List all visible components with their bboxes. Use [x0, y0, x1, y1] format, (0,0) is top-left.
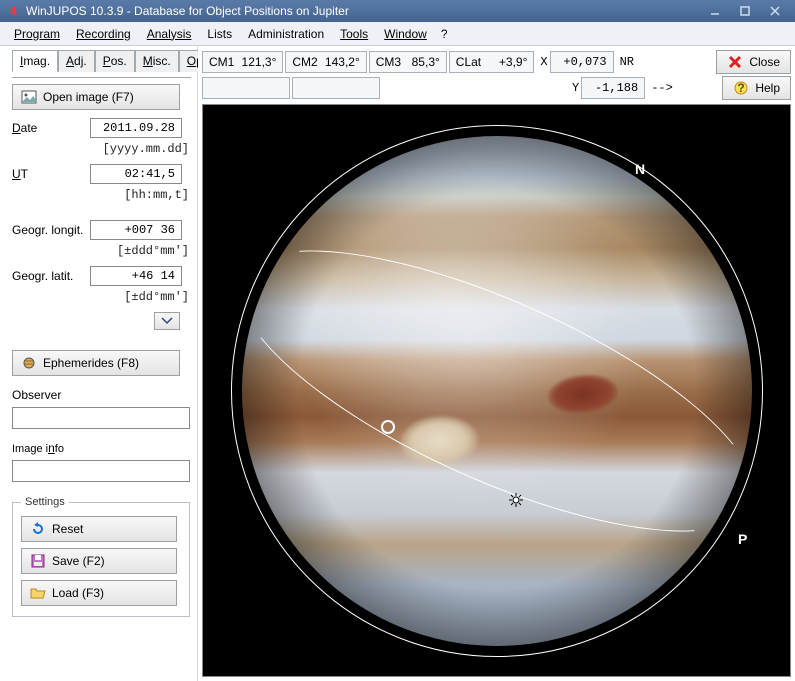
svg-text:?: ?	[738, 81, 745, 95]
help-label: Help	[755, 81, 780, 95]
menu-tools[interactable]: Tools	[332, 25, 376, 43]
blank-cell-2	[292, 77, 380, 99]
menu-window[interactable]: Window	[376, 25, 435, 43]
latitude-label: Geogr. latit.	[12, 269, 90, 283]
close-window-button[interactable]	[761, 3, 789, 19]
observer-input[interactable]	[12, 407, 190, 429]
save-label: Save (F2)	[52, 554, 105, 568]
tab-pos[interactable]: Pos.	[95, 50, 135, 72]
load-label: Load (F3)	[52, 586, 104, 600]
ephemerides-label: Ephemerides (F8)	[43, 356, 139, 370]
menu-administration[interactable]: Administration	[240, 25, 332, 43]
image-viewport[interactable]: N P	[202, 104, 791, 677]
maximize-button[interactable]	[731, 3, 759, 19]
white-oval	[398, 413, 479, 468]
title-bar: 4 WinJUPOS 10.3.9 - Database for Object …	[0, 0, 795, 22]
save-button[interactable]: Save (F2)	[21, 548, 177, 574]
expand-button[interactable]	[154, 312, 180, 330]
image-info-label: Image info	[12, 441, 191, 455]
tab-imag[interactable]: Imag.	[12, 50, 58, 72]
planet-icon	[21, 355, 37, 371]
image-icon	[21, 89, 37, 105]
minimize-button[interactable]	[701, 3, 729, 19]
longitude-input[interactable]	[90, 220, 182, 240]
cm3-cell: CM3 85,3°	[369, 51, 447, 73]
ephemerides-button[interactable]: Ephemerides (F8)	[12, 350, 180, 376]
latitude-hint: [±dd°mm']	[12, 290, 191, 304]
help-button[interactable]: ? Help	[722, 76, 791, 100]
load-button[interactable]: Load (F3)	[21, 580, 177, 606]
settings-group: Settings Reset Save (F2) Load (F3)	[12, 496, 190, 617]
date-input[interactable]	[90, 118, 182, 138]
image-info-input[interactable]	[12, 460, 190, 482]
right-panel: CM1 121,3° CM2 143,2° CM3 85,3° CLat +3,…	[198, 46, 795, 681]
p-marker: P	[738, 531, 747, 547]
reset-icon	[30, 521, 46, 537]
close-icon	[727, 54, 743, 70]
cm1-cell: CM1 121,3°	[202, 51, 283, 73]
longitude-label: Geogr. longit.	[12, 223, 90, 237]
help-icon: ?	[733, 80, 749, 96]
open-image-label: Open image (F7)	[43, 90, 134, 104]
tab-adj[interactable]: Adj.	[58, 50, 95, 72]
y-label: Y	[568, 78, 581, 98]
tab-misc[interactable]: Misc.	[135, 50, 179, 72]
menu-bar: Program Recording Analysis Lists Adminis…	[0, 22, 795, 46]
date-hint: [yyyy.mm.dd]	[12, 142, 191, 156]
longitude-hint: [±ddd°mm']	[12, 244, 191, 258]
menu-help[interactable]: ?	[435, 25, 454, 43]
y-value: -1,188	[581, 77, 645, 99]
observer-label: Observer	[12, 388, 191, 402]
ut-hint: [hh:mm,t]	[12, 188, 191, 202]
blank-cell-1	[202, 77, 290, 99]
folder-open-icon	[30, 585, 46, 601]
close-label: Close	[749, 55, 780, 69]
arrow-label: -->	[647, 78, 675, 98]
great-red-spot	[546, 372, 620, 417]
save-icon	[30, 553, 46, 569]
menu-analysis[interactable]: Analysis	[139, 25, 200, 43]
open-image-button[interactable]: Open image (F7)	[12, 84, 180, 110]
settings-legend: Settings	[21, 496, 69, 508]
x-label: X	[536, 52, 549, 72]
menu-program[interactable]: Program	[6, 25, 68, 43]
latitude-input[interactable]	[90, 266, 182, 286]
menu-lists[interactable]: Lists	[199, 25, 240, 43]
north-marker: N	[635, 161, 645, 177]
left-panel: Imag. Adj. Pos. Misc. Opt. Open image (F…	[0, 46, 198, 681]
window-title: WinJUPOS 10.3.9 - Database for Object Po…	[26, 4, 699, 18]
ut-input[interactable]	[90, 164, 182, 184]
jupiter-disk	[242, 136, 752, 646]
date-label: Date	[12, 121, 90, 135]
coord-bar-row2: Y -1,188 --> ? Help	[198, 74, 795, 104]
close-button[interactable]: Close	[716, 50, 791, 74]
tab-strip: Imag. Adj. Pos. Misc. Opt.	[12, 50, 191, 72]
app-logo-icon: 4	[6, 4, 20, 18]
coord-bar-row1: CM1 121,3° CM2 143,2° CM3 85,3° CLat +3,…	[198, 46, 795, 74]
reset-button[interactable]: Reset	[21, 516, 177, 542]
nr-label: NR	[616, 52, 636, 72]
reset-label: Reset	[52, 522, 83, 536]
cm2-cell: CM2 143,2°	[285, 51, 366, 73]
chevron-down-icon	[161, 317, 173, 325]
menu-recording[interactable]: Recording	[68, 25, 139, 43]
clat-cell: CLat +3,9°	[449, 51, 535, 73]
x-value: +0,073	[550, 51, 614, 73]
ut-label: UT	[12, 167, 90, 181]
